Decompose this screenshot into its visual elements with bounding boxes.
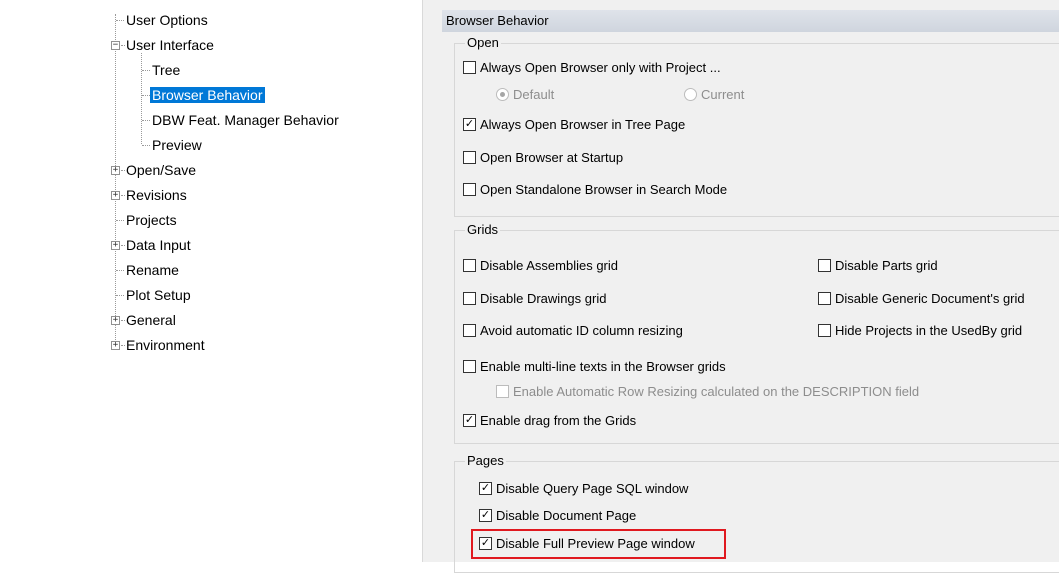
tree-item-label: Tree [152,62,181,78]
expand-icon[interactable]: + [111,166,120,175]
option-label: Open Browser at Startup [480,150,624,165]
tree-connector [142,95,150,96]
tree-item-label: Environment [126,337,205,353]
tree-connector [116,270,124,271]
collapse-icon[interactable]: − [111,41,120,50]
open-group-title: Open [465,35,501,51]
tree-item-revisions[interactable]: Revisions [124,184,189,206]
tree-connector [116,295,124,296]
tree-connector [142,145,150,146]
option-label: Disable Parts grid [835,258,938,273]
options-tree: − + + + + + User Options User Interface … [0,0,420,562]
checkbox-box[interactable] [463,151,476,164]
tree-connector [142,70,150,71]
tree-item-data-input[interactable]: Data Input [124,234,193,256]
option-label: Enable Automatic Row Resizing calculated… [513,384,920,399]
tree-connector [116,220,124,221]
tree-connector [141,53,142,144]
tree-item-projects[interactable]: Projects [124,209,179,231]
option-label: Disable Query Page SQL window [496,481,689,496]
panel-title: Browser Behavior [442,10,1059,32]
expand-icon[interactable]: + [111,316,120,325]
option-label: Disable Generic Document's grid [835,291,1025,306]
highlight-box [471,529,726,559]
option-label: Default [513,87,555,102]
checkbox-box[interactable] [496,385,509,398]
tree-item-label: Data Input [126,237,191,253]
tree-item-label: General [126,312,176,328]
checkbox-box[interactable] [463,183,476,196]
checkbox-box[interactable]: ✓ [479,509,492,522]
tree-item-label: DBW Feat. Manager Behavior [152,112,339,128]
tree-item-label: Preview [152,137,202,153]
tree-item-general[interactable]: General [124,309,178,331]
option-label: Enable drag from the Grids [480,413,637,428]
tree-item-label: User Options [126,12,208,28]
checkbox-box[interactable] [463,292,476,305]
tree-item-label: Projects [126,212,177,228]
checkbox-box[interactable] [818,324,831,337]
option-label: Hide Projects in the UsedBy grid [835,323,1023,338]
grids-group-title: Grids [465,222,501,238]
checkbox-box[interactable] [818,292,831,305]
tree-item-plot-setup[interactable]: Plot Setup [124,284,193,306]
checkbox-box[interactable] [463,360,476,373]
tree-item-user-options[interactable]: User Options [124,9,210,31]
tree-item-browser-behavior[interactable]: Browser Behavior [150,84,265,106]
expand-icon[interactable]: + [111,191,120,200]
radio-button[interactable] [684,88,697,101]
option-label: Always Open Browser in Tree Page [480,117,686,132]
tree-connector [142,120,150,121]
tree-item-open-save[interactable]: Open/Save [124,159,198,181]
checkbox-box[interactable]: ✓ [463,414,476,427]
expand-icon[interactable]: + [111,241,120,250]
option-label: Disable Assemblies grid [480,258,619,273]
tree-item-tree[interactable]: Tree [150,59,182,81]
radio-button[interactable] [496,88,509,101]
option-label: Open Standalone Browser in Search Mode [480,182,728,197]
tree-item-label: Revisions [126,187,187,203]
option-label: Avoid automatic ID column resizing [480,323,683,338]
checkbox-box[interactable] [463,324,476,337]
tree-item-label: User Interface [126,37,214,53]
pages-group-title: Pages [465,453,506,469]
option-label: Disable Drawings grid [480,291,607,306]
tree-item-label: Rename [126,262,179,278]
checkbox-box[interactable]: ✓ [463,118,476,131]
tree-connector [116,20,124,21]
checkbox-box[interactable] [463,259,476,272]
tree-item-label: Browser Behavior [150,87,265,103]
tree-item-preview[interactable]: Preview [150,134,204,156]
checkbox-box[interactable]: ✓ [479,482,492,495]
checkbox-box[interactable] [463,61,476,74]
option-label: Enable multi-line texts in the Browser g… [480,359,726,374]
tree-item-label: Open/Save [126,162,197,178]
option-label: Current [701,87,745,102]
option-label: Disable Document Page [496,508,637,523]
tree-item-dbw-feat-manager-behavior[interactable]: DBW Feat. Manager Behavior [150,109,341,131]
expand-icon[interactable]: + [111,341,120,350]
option-label: Always Open Browser only with Project ..… [480,60,721,75]
tree-item-user-interface[interactable]: User Interface [124,34,216,56]
tree-item-label: Plot Setup [126,287,191,303]
tree-item-environment[interactable]: Environment [124,334,207,356]
checkbox-box[interactable] [818,259,831,272]
tree-item-rename[interactable]: Rename [124,259,181,281]
